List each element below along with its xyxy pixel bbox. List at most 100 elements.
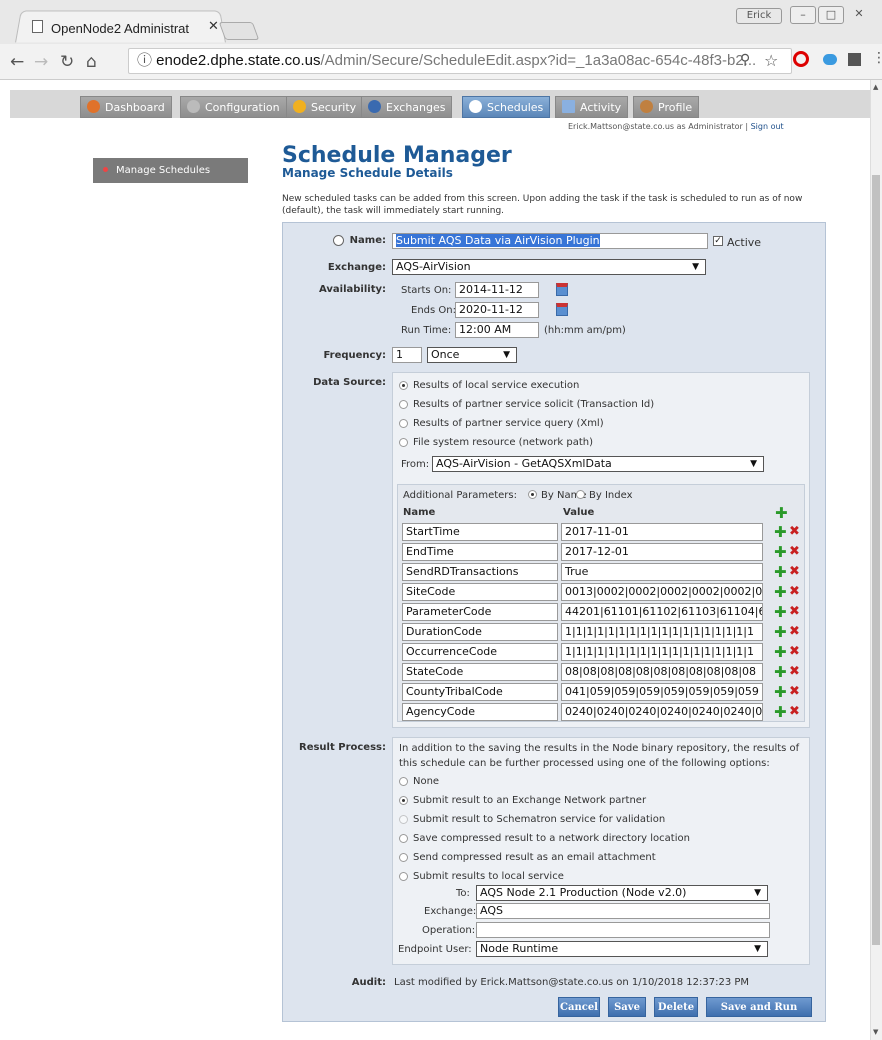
operation-input[interactable] — [476, 922, 770, 938]
param-name-input[interactable]: CountyTribalCode — [402, 683, 558, 701]
param-name-input[interactable]: StateCode — [402, 663, 558, 681]
param-value-input[interactable]: 44201|61101|61102|61103|61104|6 — [561, 603, 763, 621]
add-row-icon[interactable]: ✚ — [774, 705, 787, 720]
add-row-icon[interactable]: ✚ — [774, 565, 787, 580]
result-radio[interactable] — [399, 796, 408, 805]
new-tab-button[interactable] — [218, 22, 260, 40]
starts-input[interactable]: 2014-11-12 — [455, 282, 539, 298]
ends-input[interactable]: 2020-11-12 — [455, 302, 539, 318]
delete-row-icon[interactable]: ✖ — [789, 625, 800, 639]
tab-activity[interactable]: Activity — [555, 96, 629, 118]
result-radio[interactable] — [399, 853, 408, 862]
delete-row-icon[interactable]: ✖ — [789, 665, 800, 679]
home-icon[interactable]: ⌂ — [86, 52, 97, 72]
ds-radio-filesystem[interactable] — [399, 438, 408, 447]
close-window-icon[interactable]: ✕ — [846, 6, 872, 24]
param-name-input[interactable]: OccurrenceCode — [402, 643, 558, 661]
close-tab-icon[interactable]: ✕ — [208, 19, 219, 34]
to-select[interactable]: AQS Node 2.1 Production (Node v2.0) ▼ — [476, 885, 768, 901]
param-name-input[interactable]: StartTime — [402, 523, 558, 541]
maximize-icon[interactable]: □ — [818, 6, 844, 24]
save-and-run-button[interactable]: Save and Run Now — [706, 997, 812, 1033]
param-value-input[interactable]: 2017-11-01 — [561, 523, 763, 541]
reload-icon[interactable]: ↻ — [60, 52, 74, 72]
add-row-icon[interactable]: ✚ — [774, 685, 787, 700]
tab-schedules[interactable]: Schedules — [462, 96, 551, 118]
bookmark-star-icon[interactable]: ☆ — [764, 51, 778, 70]
tab-configuration[interactable]: Configuration — [180, 96, 287, 118]
delete-row-icon[interactable]: ✖ — [789, 645, 800, 659]
runtime-input[interactable]: 12:00 AM — [455, 322, 539, 338]
ds-radio-local[interactable] — [399, 381, 408, 390]
frequency-input[interactable]: 1 — [392, 347, 422, 363]
param-name-input[interactable]: SendRDTransactions — [402, 563, 558, 581]
param-value-input[interactable]: 041|059|059|059|059|059|059|059 — [561, 683, 763, 701]
add-row-icon[interactable]: ✚ — [774, 545, 787, 560]
sidebar-item-manage-schedules[interactable]: Manage Schedules — [93, 158, 248, 183]
name-input[interactable]: Submit AQS Data via AirVision Plugin — [392, 233, 708, 249]
scroll-down-icon[interactable]: ▼ — [873, 1028, 878, 1036]
delete-row-icon[interactable]: ✖ — [789, 705, 800, 719]
param-name-input[interactable]: AgencyCode — [402, 703, 558, 721]
param-name-input[interactable]: SiteCode — [402, 583, 558, 601]
scroll-up-icon[interactable]: ▲ — [873, 83, 878, 91]
param-value-input[interactable]: 2017-12-01 — [561, 543, 763, 561]
tab-security[interactable]: Security — [286, 96, 364, 118]
param-value-input[interactable]: 1|1|1|1|1|1|1|1|1|1|1|1|1|1|1|1|1|1 — [561, 643, 763, 661]
param-value-input[interactable]: 08|08|08|08|08|08|08|08|08|08|08 — [561, 663, 763, 681]
forward-icon[interactable]: → — [34, 52, 48, 72]
add-row-icon[interactable]: ✚ — [774, 625, 787, 640]
zoom-icon[interactable]: ⚲ — [740, 52, 750, 68]
minimize-icon[interactable]: – — [790, 6, 816, 24]
tab-dashboard[interactable]: Dashboard — [80, 96, 172, 118]
param-name-input[interactable]: ParameterCode — [402, 603, 558, 621]
profile-button[interactable]: Erick — [736, 8, 782, 24]
calendar-icon[interactable] — [556, 283, 568, 296]
frequency-unit-select[interactable]: Once ▼ — [427, 347, 517, 363]
calendar-icon[interactable] — [556, 303, 568, 316]
ds-radio-solicit[interactable] — [399, 400, 408, 409]
active-checkbox[interactable]: ✓ — [713, 236, 723, 246]
cloud-icon[interactable] — [823, 54, 837, 65]
delete-row-icon[interactable]: ✖ — [789, 545, 800, 559]
save-button[interactable]: Save — [608, 997, 646, 1017]
result-radio[interactable] — [399, 872, 408, 881]
endpoint-user-select[interactable]: Node Runtime ▼ — [476, 941, 768, 957]
back-icon[interactable]: ← — [10, 52, 24, 72]
add-row-icon[interactable]: ✚ — [774, 605, 787, 620]
param-name-input[interactable]: DurationCode — [402, 623, 558, 641]
param-value-input[interactable]: 0013|0002|0002|0002|0002|0002|0 — [561, 583, 763, 601]
from-select[interactable]: AQS-AirVision - GetAQSXmlData ▼ — [432, 456, 764, 472]
by-name-radio[interactable] — [528, 490, 537, 499]
add-param-icon[interactable]: ✚ — [775, 506, 788, 521]
tab-profile[interactable]: Profile — [633, 96, 700, 118]
result-radio[interactable] — [399, 815, 408, 824]
param-value-input[interactable]: 0240|0240|0240|0240|0240|0240|0 — [561, 703, 763, 721]
by-index-radio[interactable] — [576, 490, 585, 499]
add-row-icon[interactable]: ✚ — [774, 585, 787, 600]
add-row-icon[interactable]: ✚ — [774, 645, 787, 660]
param-name-input[interactable]: EndTime — [402, 543, 558, 561]
delete-row-icon[interactable]: ✖ — [789, 605, 800, 619]
result-radio[interactable] — [399, 777, 408, 786]
delete-row-icon[interactable]: ✖ — [789, 585, 800, 599]
extension-icon[interactable] — [848, 53, 861, 66]
add-row-icon[interactable]: ✚ — [774, 525, 787, 540]
opera-icon[interactable] — [793, 51, 809, 67]
ds-radio-query[interactable] — [399, 419, 408, 428]
delete-row-icon[interactable]: ✖ — [789, 565, 800, 579]
tab-exchanges[interactable]: Exchanges — [361, 96, 453, 118]
cancel-button[interactable]: Cancel — [558, 997, 600, 1017]
delete-row-icon[interactable]: ✖ — [789, 685, 800, 699]
delete-row-icon[interactable]: ✖ — [789, 525, 800, 539]
url-field[interactable]: ⓘ enode2.dphe.state.co.us/Admin/Secure/S… — [128, 48, 792, 74]
add-row-icon[interactable]: ✚ — [774, 665, 787, 680]
param-value-input[interactable]: True — [561, 563, 763, 581]
scrollbar-thumb[interactable] — [872, 175, 880, 945]
sign-out-link[interactable]: Sign out — [751, 122, 784, 131]
result-radio[interactable] — [399, 834, 408, 843]
exchange-select[interactable]: AQS-AirVision ▼ — [392, 259, 706, 275]
param-value-input[interactable]: 1|1|1|1|1|1|1|1|1|1|1|1|1|1|1|1|1|1 — [561, 623, 763, 641]
delete-button[interactable]: Delete — [654, 997, 698, 1017]
rp-exchange-input[interactable]: AQS — [476, 903, 770, 919]
